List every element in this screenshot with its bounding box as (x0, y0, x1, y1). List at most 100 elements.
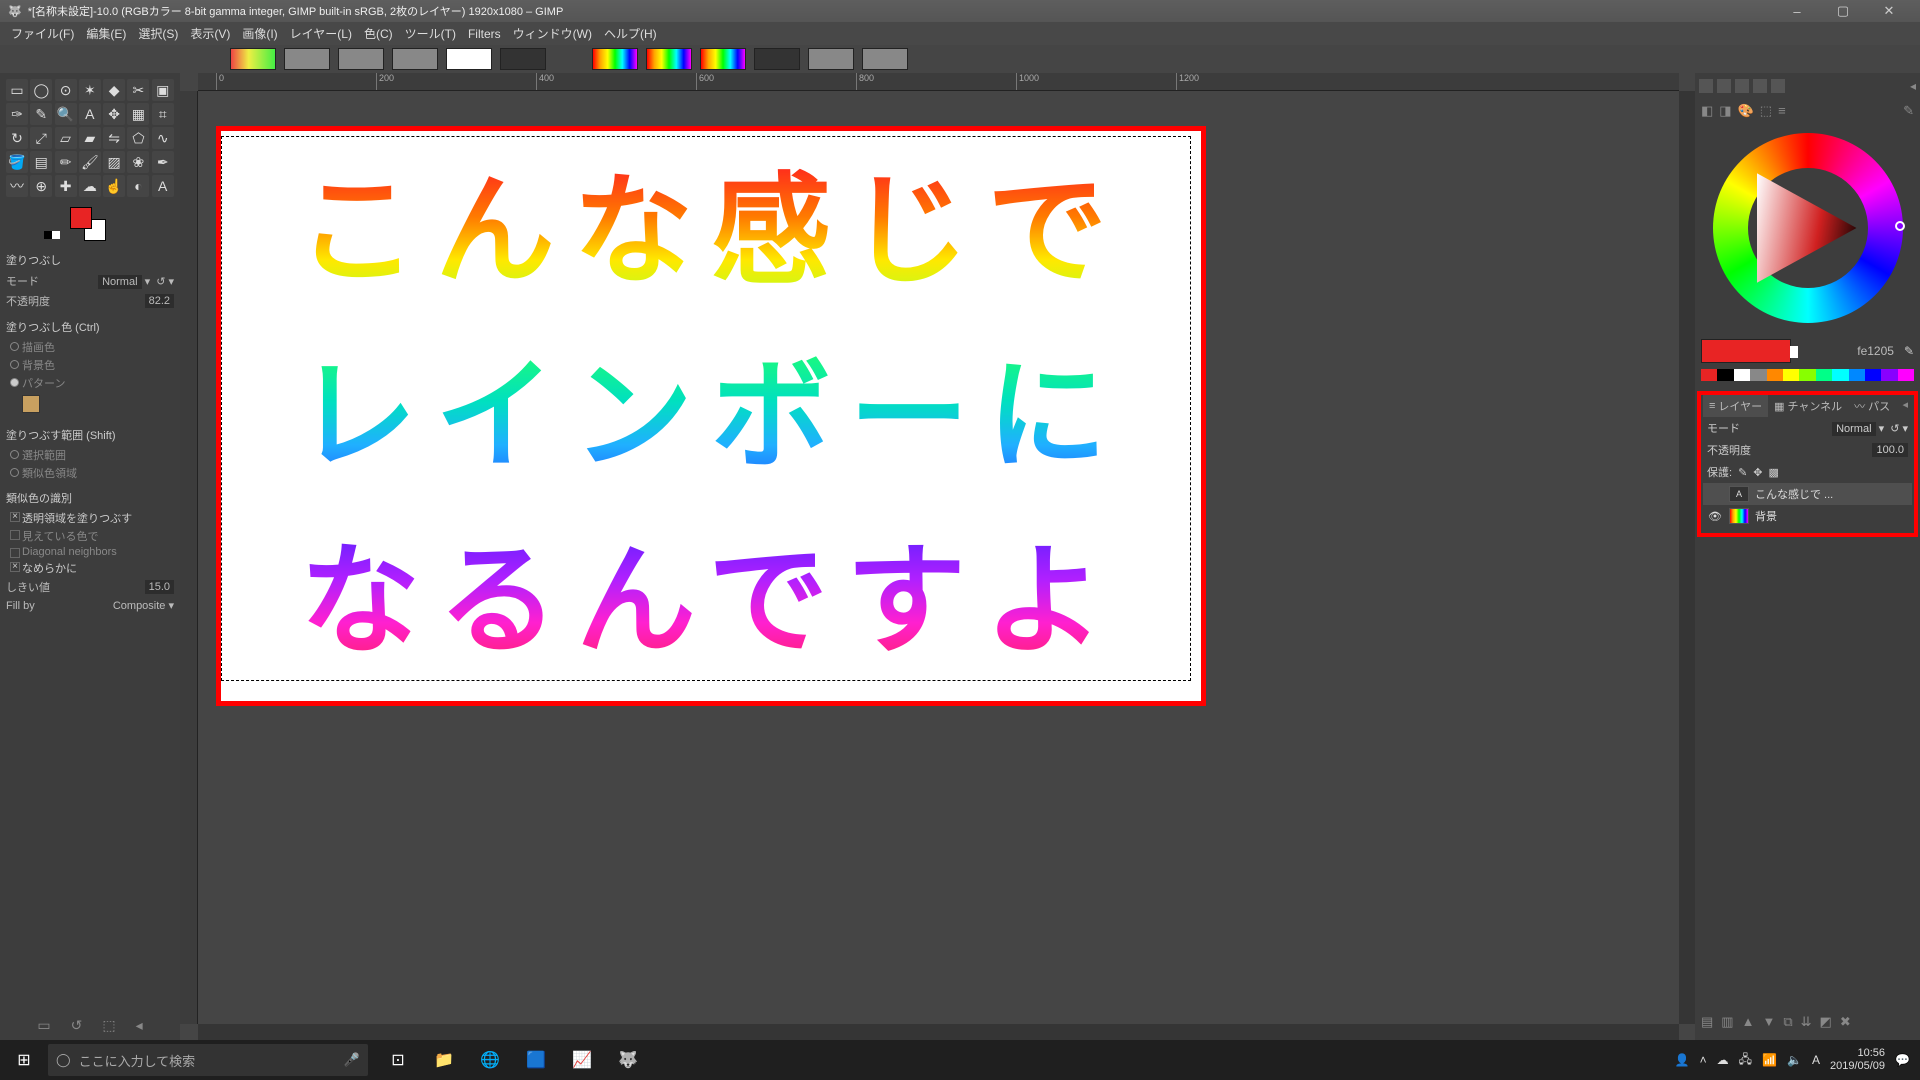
preset-swatch[interactable] (754, 48, 800, 70)
taskbar-clock[interactable]: 10:56 2019/05/09 (1830, 1047, 1885, 1073)
taskbar-search[interactable]: ◯ ここに入力して検索 🎤 (48, 1044, 368, 1076)
delete-layer-icon[interactable]: ✖ (1840, 1014, 1851, 1030)
menu-edit[interactable]: 編集(E) (80, 25, 132, 42)
menu-image[interactable]: 画像(I) (236, 25, 283, 42)
lock-pixels-icon[interactable]: ✎ (1738, 466, 1747, 479)
lock-alpha-icon[interactable]: ▩ (1769, 466, 1779, 479)
new-layer-icon[interactable]: ▤ (1701, 1014, 1713, 1030)
current-color-swatch[interactable] (1701, 339, 1791, 363)
menu-tool[interactable]: ツール(T) (399, 25, 462, 42)
picker-icon[interactable]: ◧ (1701, 103, 1713, 119)
picker-icon[interactable]: 🎨 (1738, 103, 1754, 119)
tab-paths[interactable]: 〰パス (1848, 395, 1896, 417)
mypaint-tool[interactable]: 〰 (6, 175, 28, 197)
foreground-select-tool[interactable]: ▣ (152, 79, 174, 101)
gradient-tool[interactable]: ▤ (30, 151, 52, 173)
pattern-swatch[interactable] (22, 395, 40, 413)
scissors-tool[interactable]: ✂ (127, 79, 149, 101)
pencil-tool[interactable]: ✏ (55, 151, 77, 173)
dock-menu-icon[interactable]: ◂ (1910, 79, 1916, 93)
menu-help[interactable]: ヘルプ(H) (598, 25, 663, 42)
color-palette[interactable] (1701, 369, 1914, 381)
close-button[interactable]: ✕ (1866, 3, 1912, 19)
picker-icon[interactable]: ≡ (1778, 103, 1786, 119)
dock-tab-icon[interactable] (1771, 79, 1785, 93)
perspective-tool[interactable]: ▰ (79, 127, 101, 149)
blur-tool[interactable]: ☁ (79, 175, 101, 197)
chk-diag[interactable]: Diagonal neighbors (6, 545, 174, 559)
layer-name[interactable]: こんな感じで ... (1755, 486, 1833, 502)
tab-icon[interactable]: ▭ (37, 1017, 50, 1034)
chk-smooth[interactable]: なめらかに (6, 559, 174, 577)
menu-window[interactable]: ウィンドウ(W) (507, 25, 598, 42)
preset-swatch[interactable] (592, 48, 638, 70)
preset-swatch[interactable] (700, 48, 746, 70)
app-icon[interactable]: 📈 (560, 1040, 604, 1080)
mask-icon[interactable]: ◩ (1820, 1014, 1832, 1030)
color-triangle[interactable] (1757, 173, 1857, 283)
ink-tool[interactable]: ✒ (152, 151, 174, 173)
preset-swatch[interactable] (284, 48, 330, 70)
layer-item[interactable]: A こんな感じで ... (1703, 483, 1912, 505)
duplicate-layer-icon[interactable]: ⧉ (1783, 1014, 1792, 1030)
threshold-value[interactable]: 15.0 (145, 580, 174, 594)
preset-swatch[interactable] (338, 48, 384, 70)
menu-layer[interactable]: レイヤー(L) (284, 25, 358, 42)
layer-group-icon[interactable]: ▥ (1721, 1014, 1733, 1030)
ellipse-select-tool[interactable]: ◯ (30, 79, 52, 101)
preset-swatch[interactable] (392, 48, 438, 70)
layer-name[interactable]: 背景 (1755, 508, 1777, 524)
free-select-tool[interactable]: ⊙ (55, 79, 77, 101)
tray-cloud-icon[interactable]: ☁ (1717, 1053, 1729, 1067)
zoom-tool[interactable]: 🔍 (55, 103, 77, 125)
flip-tool[interactable]: ⇋ (103, 127, 125, 149)
picker-icon[interactable]: ⬚ (1760, 103, 1772, 119)
radio-similar[interactable]: 類似色領域 (6, 464, 174, 482)
bucket-fill-tool[interactable]: 🪣 (6, 151, 28, 173)
merge-layer-icon[interactable]: ⇊ (1801, 1014, 1812, 1030)
dock-tab-icon[interactable] (1717, 79, 1731, 93)
airbrush-tool[interactable]: ❀ (127, 151, 149, 173)
chrome-icon[interactable]: 🌐 (468, 1040, 512, 1080)
tab-icon[interactable]: ◂ (136, 1017, 143, 1034)
scrollbar-horizontal[interactable] (198, 1024, 1679, 1040)
menu-color[interactable]: 色(C) (358, 25, 399, 42)
rect-select-tool[interactable]: ▭ (6, 79, 28, 101)
cage-tool[interactable]: ⬠ (127, 127, 149, 149)
measure-tool[interactable]: A (79, 103, 101, 125)
lock-position-icon[interactable]: ✥ (1753, 466, 1762, 479)
paths-tool[interactable]: ✑ (6, 103, 28, 125)
menu-file[interactable]: ファイル(F) (5, 25, 80, 42)
menu-filters[interactable]: Filters (462, 27, 507, 41)
layer-mode-select[interactable]: Normal (1832, 422, 1875, 436)
preset-swatch[interactable] (808, 48, 854, 70)
bycolor-select-tool[interactable]: ◆ (103, 79, 125, 101)
menu-select[interactable]: 選択(S) (132, 25, 184, 42)
tray-ime-icon[interactable]: A (1812, 1053, 1820, 1067)
gimp-taskbar-icon[interactable]: 🐺 (606, 1040, 650, 1080)
action-center-icon[interactable]: 💬 (1895, 1053, 1910, 1067)
foreground-color[interactable] (70, 207, 92, 229)
dock-tab-icon[interactable] (1699, 79, 1713, 93)
crop-tool[interactable]: ⌗ (152, 103, 174, 125)
raise-layer-icon[interactable]: ▲ (1742, 1014, 1755, 1030)
mode-select[interactable]: Normal (98, 275, 141, 289)
preset-swatch[interactable] (646, 48, 692, 70)
clone-tool[interactable]: ⊕ (30, 175, 52, 197)
text-tool[interactable]: A (152, 175, 174, 197)
dock-tab-icon[interactable] (1735, 79, 1749, 93)
tray-volume-icon[interactable]: 🔈 (1787, 1053, 1802, 1067)
tab-layers[interactable]: ≡ レイヤー (1703, 395, 1768, 417)
layer-item[interactable]: 👁 背景 (1703, 505, 1912, 527)
smudge-tool[interactable]: ☝ (103, 175, 125, 197)
menu-view[interactable]: 表示(V) (184, 25, 236, 42)
tab-channels[interactable]: ▦チャンネル (1768, 395, 1848, 417)
preset-swatch[interactable] (446, 48, 492, 70)
tray-wifi-icon[interactable]: 📶 (1762, 1053, 1777, 1067)
visibility-toggle[interactable]: 👁 (1707, 510, 1723, 523)
move-tool[interactable]: ✥ (103, 103, 125, 125)
dock-menu-icon[interactable]: ◂ (1898, 395, 1912, 417)
fillby-value[interactable]: Composite (113, 600, 166, 612)
color-wheel[interactable] (1695, 123, 1920, 333)
app-icon[interactable]: 🟦 (514, 1040, 558, 1080)
